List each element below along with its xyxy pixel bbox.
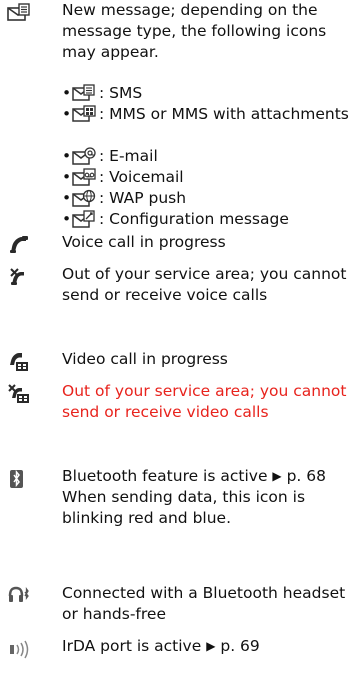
bullet: • (62, 189, 72, 207)
list-item-voicemail: • : Voicemail (62, 167, 350, 188)
list-item-mms: • : MMS or MMS with attachments (62, 104, 350, 125)
bullet: • (62, 168, 72, 186)
list-item-label: : WAP push (99, 189, 187, 207)
bluetooth-icon (7, 469, 33, 491)
page-reference[interactable]: p. 68 (287, 467, 326, 485)
entry-text: New message; depending on the message ty… (62, 1, 327, 61)
configuration-message-icon (72, 210, 98, 228)
irda-icon (7, 639, 33, 661)
bullet: • (62, 210, 72, 228)
list-item-sms: • : SMS (62, 83, 350, 104)
sms-icon (72, 84, 98, 102)
list-item-label: : Voicemail (99, 168, 184, 186)
bluetooth-headset-icon (7, 586, 33, 608)
list-item-label: : E-mail (99, 147, 158, 165)
voicemail-icon (72, 168, 98, 186)
email-icon (72, 147, 98, 165)
no-video-service-icon (7, 384, 33, 406)
arrow-icon: ▶ (206, 639, 216, 653)
entry-text: Bluetooth feature is active ▶ p. 68 When… (62, 466, 348, 529)
entry-text-before: Bluetooth feature is active (62, 467, 273, 485)
entry-text: Connected with a Bluetooth headset or ha… (62, 584, 346, 623)
entry-text-before: IrDA port is active (62, 637, 207, 655)
bullet: • (62, 84, 72, 102)
entry-text: IrDA port is active ▶ p. 69 (62, 636, 348, 657)
list-item-wap-push: • : WAP push (62, 188, 350, 209)
entry-text: Video call in progress (62, 350, 228, 368)
entry-text: Out of your service area; you cannot sen… (62, 265, 347, 304)
entry-text-after: When sending data, this icon is blinking… (62, 488, 306, 527)
list-item-label: : Configuration message (99, 210, 289, 228)
list-item-label: : SMS (99, 84, 143, 102)
mms-icon (72, 105, 98, 123)
list-item-label: : MMS or MMS with attachments (99, 105, 349, 123)
video-call-icon (7, 352, 33, 374)
new-message-icon (7, 3, 33, 25)
bullet: • (62, 147, 72, 165)
voice-call-icon (7, 235, 33, 257)
list-item-configuration-message: • : Configuration message (62, 209, 350, 230)
wap-push-icon (72, 189, 98, 207)
page-reference[interactable]: p. 69 (220, 637, 259, 655)
no-voice-service-icon (7, 267, 33, 289)
list-item-email: • : E-mail (62, 146, 350, 167)
arrow-icon: ▶ (272, 469, 282, 483)
entry-text: Out of your service area; you cannot sen… (62, 382, 347, 421)
bullet: • (62, 105, 72, 123)
entry-text: Voice call in progress (62, 233, 226, 251)
icon-reference-page: New message; depending on the message ty… (0, 0, 350, 675)
